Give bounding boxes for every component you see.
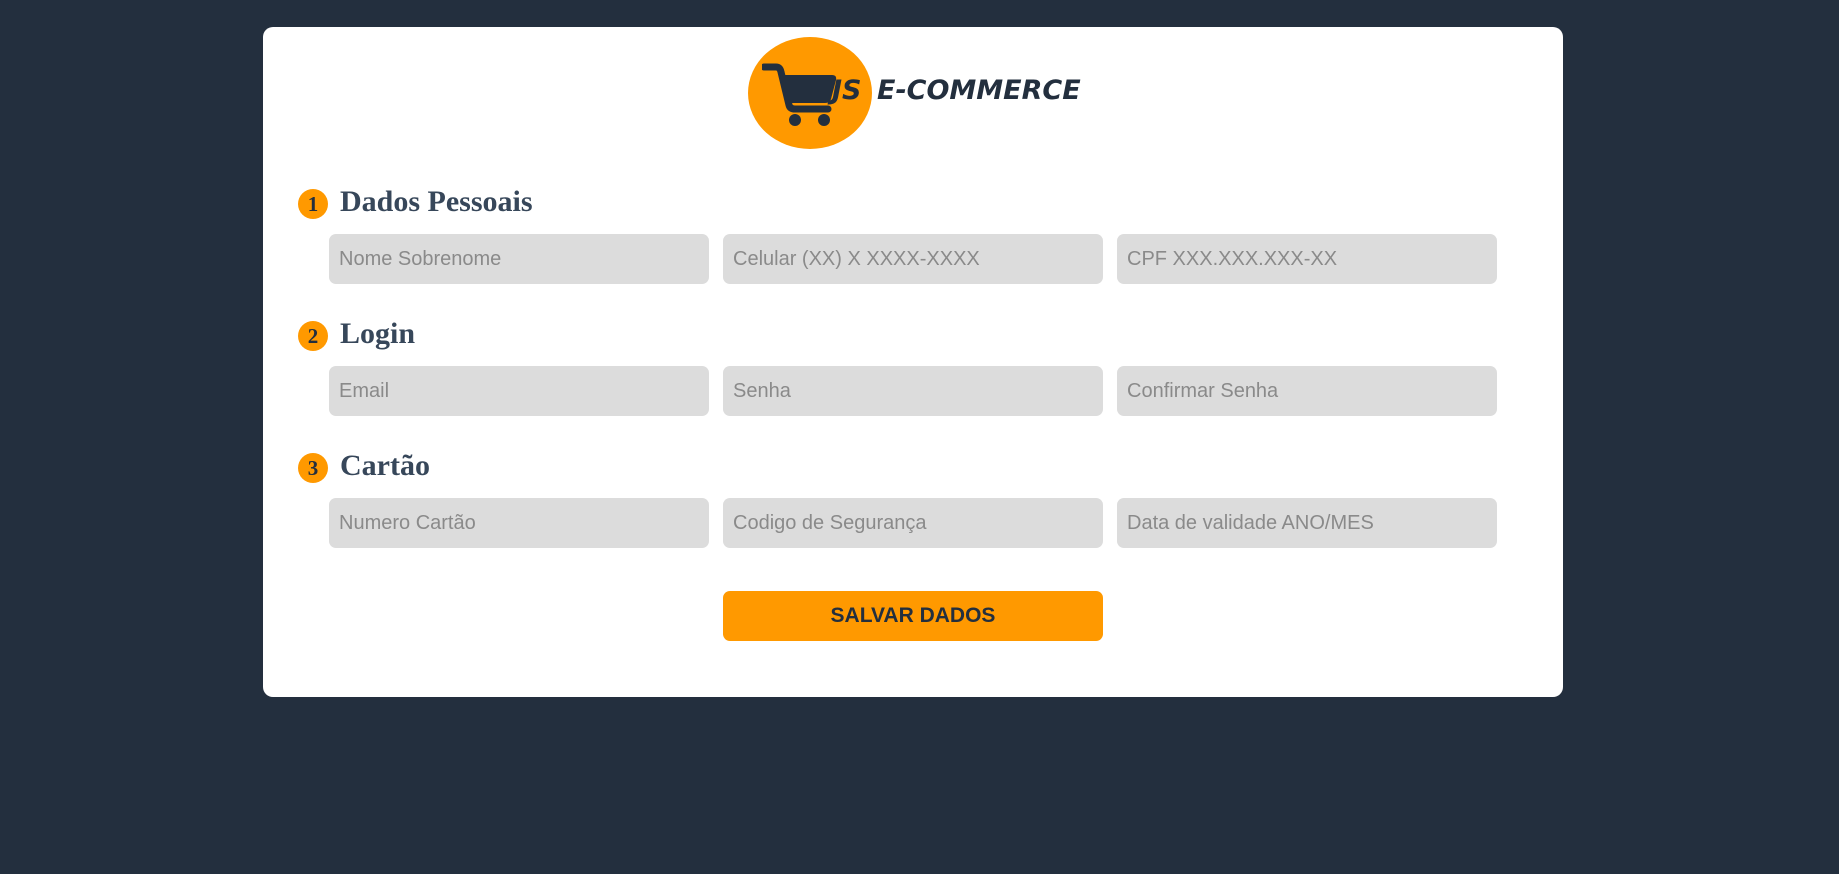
full-name-input[interactable] [329, 234, 709, 284]
login-fields [329, 366, 1497, 416]
confirm-password-input[interactable] [1117, 366, 1497, 416]
step-number-badge: 2 [298, 321, 328, 351]
section-header-card: 3 Cartão [298, 448, 430, 484]
step-number-badge: 1 [298, 189, 328, 219]
section-header-login: 2 Login [298, 316, 415, 352]
card-fields [329, 498, 1497, 548]
logo-js-text: JS [832, 75, 862, 106]
step-number-badge: 3 [298, 453, 328, 483]
logo-name-text: E-COMMERCE [877, 75, 1081, 106]
section-title: Cartão [340, 449, 430, 482]
shopping-cart-icon [762, 63, 837, 126]
personal-data-fields [329, 234, 1497, 284]
cpf-input[interactable] [1117, 234, 1497, 284]
security-code-input[interactable] [723, 498, 1103, 548]
email-input[interactable] [329, 366, 709, 416]
registration-card: JS E-COMMERCE 1 Dados Pessoais 2 Login 3… [263, 27, 1563, 697]
phone-input[interactable] [723, 234, 1103, 284]
password-input[interactable] [723, 366, 1103, 416]
section-title: Login [340, 317, 416, 350]
brand-logo: JS E-COMMERCE [748, 37, 1088, 149]
expiry-date-input[interactable] [1117, 498, 1497, 548]
section-header-personal-data: 1 Dados Pessoais [298, 184, 533, 220]
card-number-input[interactable] [329, 498, 709, 548]
section-title: Dados Pessoais [340, 185, 533, 218]
save-data-button[interactable]: SALVAR DADOS [723, 591, 1103, 641]
